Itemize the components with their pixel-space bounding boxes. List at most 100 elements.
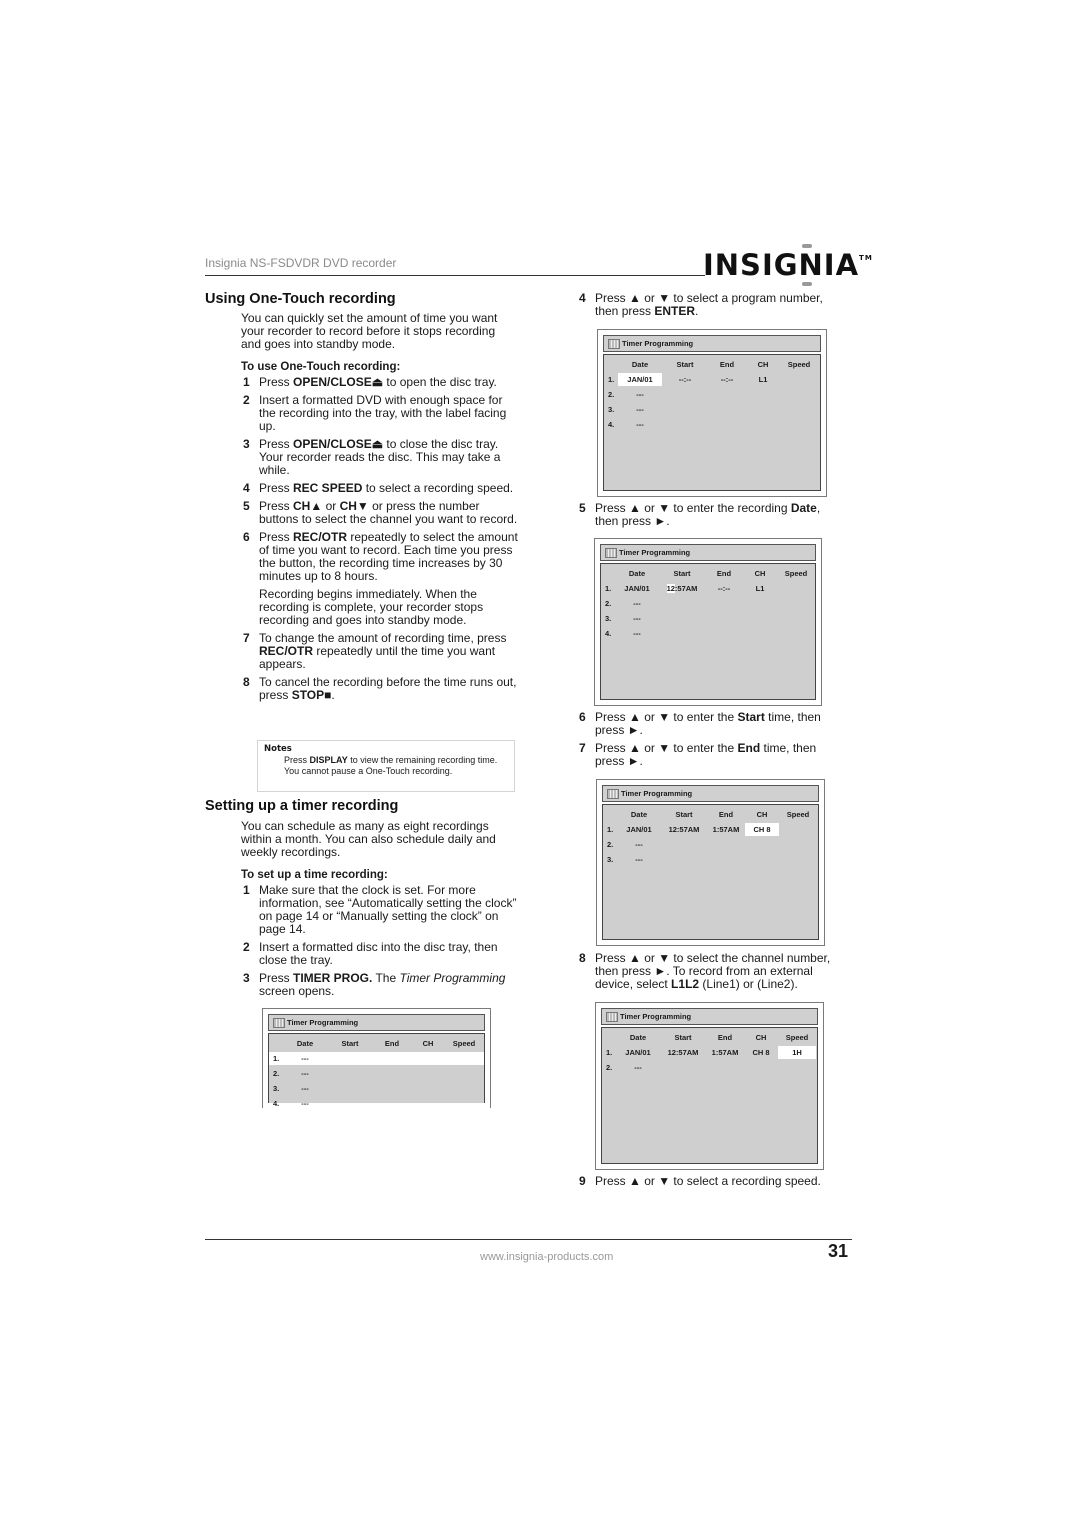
screen-body: Date Start End CH Speed 1. JAN/01 --:-- --:-- L1 2…: [603, 354, 821, 491]
screen-title-bar: Timer Programming: [603, 335, 821, 352]
program-date-field[interactable]: JAN/01: [616, 1046, 660, 1059]
program-row[interactable]: 2. ---: [269, 1067, 484, 1080]
program-date-field[interactable]: ---: [283, 1067, 327, 1080]
logo-top-bar-icon: [802, 244, 812, 248]
calendar-grid-icon: [606, 1012, 618, 1022]
timer-programming-screen-step5: Timer Programming Date Start End CH Speed 1. JA…: [594, 538, 822, 706]
screen-title-bar: Timer Programming: [601, 1008, 818, 1025]
step-item: Recording begins immediately. When the r…: [243, 588, 519, 627]
step-item: 4 Press ▲ or ▼ to select a program number…: [579, 292, 844, 318]
step-number: 4: [579, 291, 586, 305]
insignia-logo: INSIGNIATM: [703, 244, 873, 286]
step-text: Press ▲ or ▼ to select a program number,…: [595, 291, 823, 318]
screen-column-headers: Date Start End CH Speed: [601, 567, 815, 580]
column-header-end: End: [716, 569, 732, 578]
program-start-field[interactable]: 12:57AM: [661, 823, 707, 836]
program-start-field[interactable]: --:--: [662, 373, 708, 386]
step-number: 4: [243, 481, 250, 495]
screen-body: Date Start End CH Speed 1. JAN/01 12:57AM --:-- L…: [600, 563, 816, 700]
screen-title: Timer Programming: [621, 789, 693, 798]
program-end-field[interactable]: 1:57AM: [707, 823, 745, 836]
program-end-field[interactable]: --:--: [705, 582, 743, 595]
program-row[interactable]: 3. ---: [601, 612, 815, 625]
program-date-field[interactable]: ---: [615, 627, 659, 640]
program-row[interactable]: 3. ---: [603, 853, 818, 866]
program-start-field[interactable]: 12:57AM: [660, 1046, 706, 1059]
step-text: Insert a formatted disc into the disc tr…: [259, 940, 498, 967]
program-row[interactable]: 1. JAN/01 12:57AM 1:57AM CH 8: [603, 823, 818, 836]
screen-column-headers: Date Start End CH Speed: [604, 358, 820, 371]
step-item: 8 To cancel the recording before the time…: [243, 676, 519, 702]
step-number: 5: [243, 499, 250, 513]
screen-body: Date Start End CH Speed 1. JAN/01 12:57AM 1:57AM…: [602, 804, 819, 940]
step-text: Insert a formatted DVD with enough space…: [259, 393, 507, 433]
step-text: To cancel the recording before the time …: [259, 675, 517, 702]
column-header-start: Start: [673, 569, 691, 578]
program-date-field[interactable]: JAN/01: [618, 373, 662, 386]
screen-column-headers: Date Start End CH Speed: [269, 1037, 484, 1050]
column-header-end: End: [719, 360, 735, 369]
note-item: You cannot pause a One-Touch recording.: [284, 766, 453, 776]
step-number: 6: [579, 710, 586, 724]
program-ch-field[interactable]: L1: [746, 373, 780, 386]
step-text: Press OPEN/CLOSE⏏ to close the disc tray…: [259, 437, 501, 477]
screen-title-bar: Timer Programming: [268, 1014, 485, 1031]
program-ch-field[interactable]: CH 8: [744, 1046, 778, 1059]
program-row[interactable]: 2. ---: [602, 1061, 817, 1074]
program-date-field[interactable]: ---: [616, 1061, 660, 1074]
program-row[interactable]: 1. ---: [269, 1052, 484, 1065]
screen-title: Timer Programming: [622, 339, 694, 348]
timer-programming-screen-step4: Timer Programming Date Start End CH Speed 1. JA…: [597, 329, 827, 497]
program-date-field[interactable]: JAN/01: [617, 823, 661, 836]
notes-box: Notes Press DISPLAY to view the remainin…: [257, 740, 515, 792]
timer-programming-screen-step3: Timer Programming Date Start End CH Speed 1. --…: [262, 1008, 491, 1108]
program-row[interactable]: 1. JAN/01 12:57AM 1:57AM CH 8 1H: [602, 1046, 817, 1059]
step-text: Press ▲ or ▼ to select a recording speed…: [595, 1174, 821, 1188]
column-header-speed: Speed: [452, 1039, 476, 1048]
program-row[interactable]: 2. ---: [604, 388, 820, 401]
program-row[interactable]: 1. JAN/01 12:57AM --:-- L1: [601, 582, 815, 595]
program-date-field[interactable]: ---: [283, 1082, 327, 1095]
step-text: To change the amount of recording time, …: [259, 631, 507, 671]
section-title-timer: Setting up a timer recording: [205, 798, 399, 814]
program-row[interactable]: 4. ---: [601, 627, 815, 640]
program-row[interactable]: 3. ---: [604, 403, 820, 416]
program-row[interactable]: 4. ---: [269, 1097, 484, 1110]
screen-body: Date Start End CH Speed 1. JAN/01 12:57AM 1:57AM…: [601, 1027, 818, 1164]
step-number: 8: [579, 951, 586, 965]
program-date-field[interactable]: ---: [618, 388, 662, 401]
program-date-field[interactable]: ---: [615, 612, 659, 625]
program-date-field[interactable]: ---: [618, 418, 662, 431]
program-row[interactable]: 3. ---: [269, 1082, 484, 1095]
step-item: 4 Press REC SPEED to select a recording s…: [243, 482, 519, 495]
program-row[interactable]: 1. JAN/01 --:-- --:-- L1: [604, 373, 820, 386]
program-row[interactable]: 2. ---: [603, 838, 818, 851]
program-date-field[interactable]: ---: [283, 1097, 327, 1110]
program-row[interactable]: 2. ---: [601, 597, 815, 610]
header-rule: [205, 275, 705, 276]
program-date-field[interactable]: ---: [615, 597, 659, 610]
program-date-field[interactable]: JAN/01: [615, 582, 659, 595]
footer-url[interactable]: www.insignia-products.com: [480, 1251, 613, 1263]
program-ch-field[interactable]: CH 8: [745, 823, 779, 836]
program-date-field[interactable]: ---: [618, 403, 662, 416]
program-row[interactable]: 4. ---: [604, 418, 820, 431]
program-date-field[interactable]: ---: [617, 838, 661, 851]
step-8: 8 Press ▲ or ▼ to select the channel numb…: [579, 952, 849, 991]
program-ch-field[interactable]: L1: [743, 582, 777, 595]
screen-title: Timer Programming: [619, 548, 691, 557]
program-date-field[interactable]: ---: [283, 1052, 327, 1065]
footer-rule: [205, 1239, 852, 1240]
program-end-field[interactable]: 1:57AM: [706, 1046, 744, 1059]
step-item: 2 Insert a formatted disc into the disc t…: [243, 941, 519, 967]
program-date-field[interactable]: ---: [617, 853, 661, 866]
step-item: 6 Press ▲ or ▼ to enter the Start time, t…: [579, 711, 844, 737]
step-4: 4 Press ▲ or ▼ to select a program number…: [579, 292, 844, 318]
program-end-field[interactable]: --:--: [708, 373, 746, 386]
column-header-end: End: [717, 1033, 733, 1042]
column-header-ch: CH: [756, 810, 768, 819]
program-speed-field[interactable]: 1H: [778, 1046, 816, 1059]
column-header-ch: CH: [755, 1033, 767, 1042]
screen-body: Date Start End CH Speed 1. --- 2. --- 3. --- 4. ---: [268, 1033, 485, 1108]
program-start-field[interactable]: 12:57AM: [659, 582, 705, 595]
